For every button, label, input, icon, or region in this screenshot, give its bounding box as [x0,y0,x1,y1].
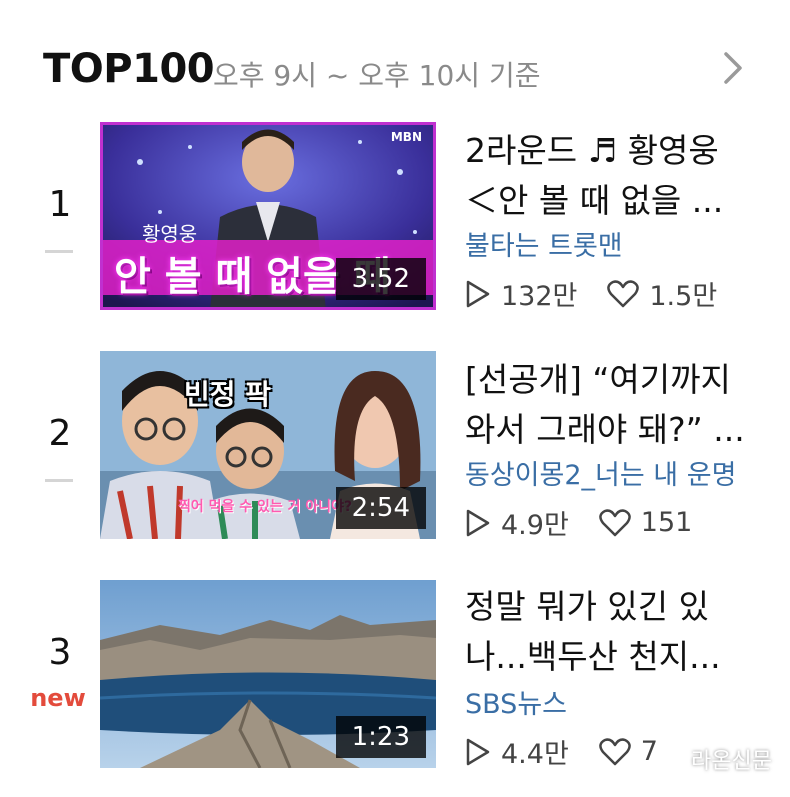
video-thumbnail[interactable]: 1:23 [100,580,436,768]
heart-icon [607,279,640,307]
video-duration: 3:52 [335,258,426,300]
like-count: 7 [640,736,658,767]
play-icon [466,509,490,536]
heart-icon [599,737,631,765]
thumbnail-logo: MBN [390,130,422,144]
section-subtitle: 오후 9시 ~ 오후 10시 기준 [213,59,541,92]
video-title-line: 나...백두산 천지... [465,637,721,676]
video-thumbnail[interactable]: 안 볼 때 없을 때 황영웅 MBN 3:52 [100,122,436,310]
video-thumbnail[interactable]: 빈정 팍 찍어 먹을 수 있는 거 아니야? 2:54 [100,351,436,539]
video-title[interactable]: 2라운드 ♬ 황영웅 ＜안 볼 때 없을 ... [465,126,765,226]
rank-change-dash [45,250,73,253]
section-title: TOP100 [43,46,215,92]
video-title[interactable]: [선공개] “여기까지 와서 그래야 돼?” ... [465,355,765,455]
thumbnail-caption: 빈정 팍 [184,378,272,411]
rank-change-dash [45,479,73,482]
video-stats: 4.9만 151 [465,503,692,542]
play-icon [466,280,490,307]
heart-icon [599,508,631,536]
rank-number: 3 [48,632,72,673]
like-count: 1.5만 [649,281,718,312]
watermark: 라온신문 [665,743,772,775]
rank-number: 2 [48,413,72,454]
watermark-logo-icon [669,747,687,771]
thumbnail-subcaption: 찍어 먹을 수 있는 거 아니야? [178,499,353,515]
like-count: 151 [640,507,693,538]
video-title-line: ＜안 볼 때 없을 ... [465,181,724,220]
video-list-item[interactable]: 2 빈정 팍 찍어 먹을 수 있는 거 아니야? 2:54 [선공개] “여기까… [0,351,790,541]
new-badge: new [30,684,86,712]
channel-name[interactable]: SBS뉴스 [465,682,567,721]
thumbnail-name: 황영웅 [142,222,198,246]
video-title[interactable]: 정말 뭐가 있긴 있 나...백두산 천지... [465,582,765,682]
video-title-line: 2라운드 ♬ 황영웅 [465,131,719,170]
video-duration: 1:23 [335,716,426,758]
video-title-line: [선공개] “여기까지 [465,360,731,399]
rank-number: 1 [48,184,72,225]
video-list-item[interactable]: 1 안 볼 때 없을 때 황영웅 MBN 3:52 2라운드 ♬ 황영웅 ＜안 … [0,122,790,312]
chevron-right-icon[interactable] [714,50,750,86]
play-icon [466,738,490,765]
video-title-line: 정말 뭐가 있긴 있 [465,587,709,626]
video-duration: 2:54 [335,487,426,529]
channel-name[interactable]: 불타는 트롯맨 [465,224,623,263]
channel-name[interactable]: 동상이몽2_너는 내 운명 [465,453,736,492]
view-count: 132만 [501,281,578,312]
video-stats: 132만 1.5만 [465,274,717,313]
view-count: 4.9만 [501,510,569,541]
video-title-line: 와서 그래야 돼?” ... [465,410,745,449]
video-list-item[interactable]: 3 new 1:23 정말 뭐가 있긴 있 나...백두산 천지... SBS뉴… [0,580,790,770]
video-stats: 4.4만 7 [465,732,658,771]
watermark-text: 라온신문 [691,749,772,774]
section-header: TOP100 오후 9시 ~ 오후 10시 기준 [43,38,760,98]
view-count: 4.4만 [501,739,569,770]
